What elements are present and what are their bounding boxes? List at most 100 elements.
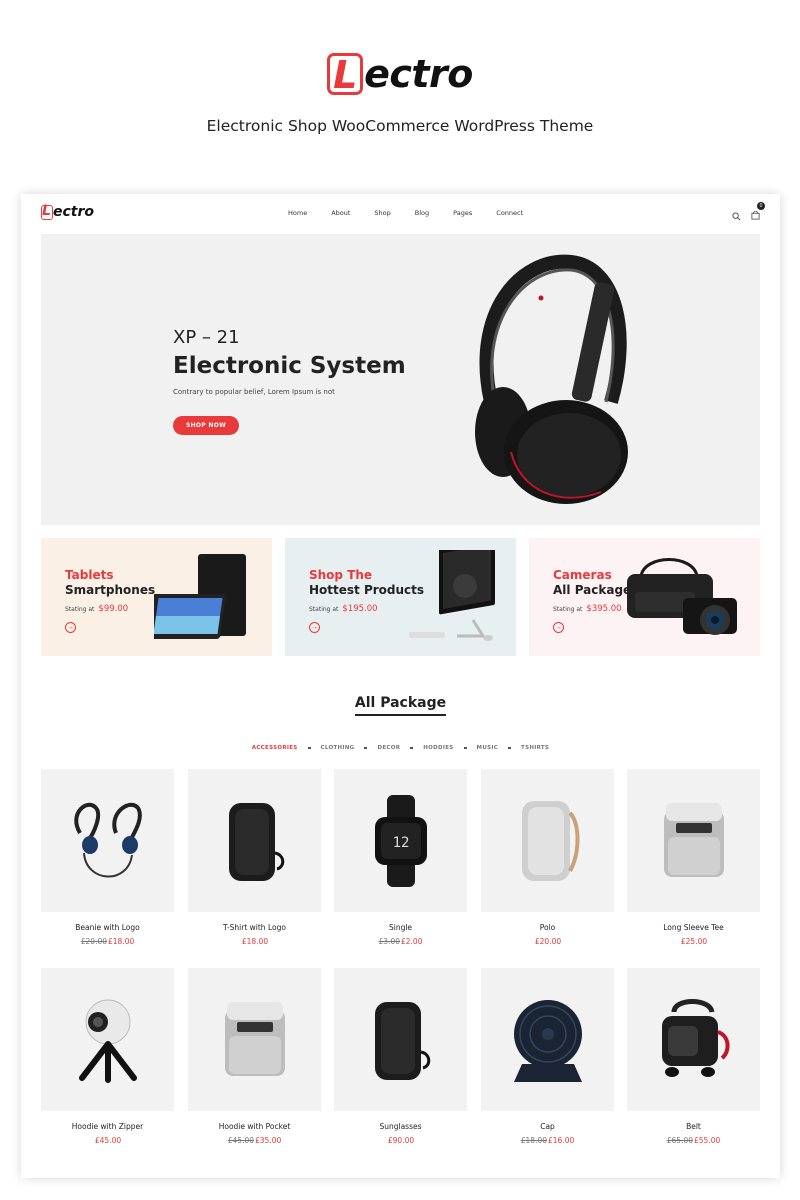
earphones-icon (73, 802, 142, 878)
arrow-right-icon[interactable]: → (309, 622, 320, 633)
product-card[interactable]: Belt £65.00£55.00 (627, 968, 760, 1145)
old-price: £45.00 (227, 1136, 254, 1145)
product-card[interactable]: Cap £18.00£16.00 (481, 968, 614, 1145)
hero-title: Electronic System (173, 353, 406, 379)
product-card[interactable]: Hoodie with Zipper £45.00 (41, 968, 174, 1145)
shop-now-button[interactable]: SHOP NOW (173, 416, 239, 435)
product-card[interactable]: Long Sleeve Tee £25.00 (627, 769, 760, 946)
nav-blog[interactable]: Blog (415, 209, 429, 217)
product-image[interactable]: 12 (334, 769, 467, 912)
theme-preview-frame: L ectro Home About Shop Blog Pages Conne… (21, 194, 780, 1178)
product-filters: ACCESSORIES CLOTHING DECOR HODDIES MUSIC… (21, 745, 780, 751)
header-icons: 0 (732, 202, 765, 225)
promo-starting: Stating at $99.00 (65, 604, 129, 614)
product-image[interactable] (481, 968, 614, 1111)
filter-accessories[interactable]: ACCESSORIES (252, 745, 298, 751)
section-title: All Package (21, 694, 780, 716)
product-price: £45.00 (41, 1136, 174, 1145)
product-card[interactable]: 12 Single £3.00£2.00 (334, 769, 467, 946)
product-price: £20.00£18.00 (41, 937, 174, 946)
product-name[interactable]: Polo (481, 923, 614, 932)
product-image[interactable] (627, 968, 760, 1111)
cart-button[interactable]: 0 (751, 202, 765, 225)
hero-subtitle: XP – 21 (173, 327, 240, 348)
promo-price: $395.00 (586, 604, 622, 614)
sale-price: £2.00 (401, 937, 423, 946)
product-card[interactable]: Beanie with Logo £20.00£18.00 (41, 769, 174, 946)
ice-maker-icon (663, 803, 724, 877)
ice-maker-icon (224, 1002, 285, 1076)
camera-bag-image (627, 558, 737, 635)
product-image[interactable] (481, 769, 614, 912)
search-icon[interactable] (732, 211, 741, 221)
nav-home[interactable]: Home (288, 209, 307, 217)
svg-text:12: 12 (392, 835, 409, 851)
product-image[interactable] (188, 968, 321, 1111)
filter-tshirts[interactable]: TSHIRTS (521, 745, 549, 751)
sale-price: £16.00 (548, 1136, 575, 1145)
filter-clothing[interactable]: CLOTHING (321, 745, 355, 751)
360-camera-icon (78, 999, 137, 1083)
promo-card-cameras[interactable]: Cameras All Package Stating at $395.00 → (529, 538, 760, 656)
product-name[interactable]: Hoodie with Zipper (41, 1122, 174, 1131)
filter-music[interactable]: MUSIC (477, 745, 498, 751)
promo-card-tablets[interactable]: Tablets Smartphones Stating at $99.00 → (41, 538, 272, 656)
filter-separator (508, 747, 512, 749)
filter-separator (410, 747, 414, 749)
nav-connect[interactable]: Connect (496, 209, 523, 217)
old-price: £65.00 (666, 1136, 693, 1145)
product-name[interactable]: Belt (627, 1122, 760, 1131)
logo-text: ectro (364, 52, 473, 96)
computer-image (409, 550, 495, 641)
filter-hoddies[interactable]: HODDIES (423, 745, 453, 751)
sale-price: £90.00 (387, 1136, 415, 1145)
nav-pages[interactable]: Pages (453, 209, 472, 217)
product-name[interactable]: Beanie with Logo (41, 923, 174, 932)
sale-price: £55.00 (694, 1136, 721, 1145)
product-card[interactable]: Hoodie with Pocket £45.00£35.00 (188, 968, 321, 1145)
product-name[interactable]: Hoodie with Pocket (188, 1122, 321, 1131)
nav-shop[interactable]: Shop (374, 209, 390, 217)
product-image[interactable] (627, 769, 760, 912)
arrow-right-icon[interactable]: → (65, 622, 76, 633)
logo-mark: L (41, 203, 53, 220)
old-price: £18.00 (520, 1136, 547, 1145)
product-card[interactable]: T-Shirt with Logo £18.00 (188, 769, 321, 946)
product-name[interactable]: Single (334, 923, 467, 932)
product-price: £18.00 (188, 937, 321, 946)
product-image[interactable] (334, 968, 467, 1111)
arrow-right-icon[interactable]: → (553, 622, 564, 633)
product-name[interactable]: Long Sleeve Tee (627, 923, 760, 932)
sale-price: £18.00 (241, 937, 269, 946)
nav-about[interactable]: About (331, 209, 350, 217)
tagline: Electronic Shop WooCommerce WordPress Th… (206, 117, 594, 135)
sale-price: £35.00 (255, 1136, 282, 1145)
fan-icon (513, 1000, 582, 1082)
product-image[interactable] (41, 968, 174, 1111)
promo-card-hottest[interactable]: Shop The Hottest Products Stating at $195… (285, 538, 516, 656)
promo-line2: Smartphones (65, 583, 156, 597)
site-logo[interactable]: L ectro (41, 203, 94, 220)
promo-line1: Shop The (309, 568, 373, 582)
product-price: £20.00 (481, 937, 614, 946)
main-nav: Home About Shop Blog Pages Connect (288, 209, 547, 217)
product-card[interactable]: Polo £20.00 (481, 769, 614, 946)
filter-separator (364, 747, 368, 749)
product-price: £45.00£35.00 (188, 1136, 321, 1145)
tablet-image (154, 554, 246, 639)
product-image[interactable] (41, 769, 174, 912)
product-name[interactable]: Cap (481, 1122, 614, 1131)
product-card[interactable]: Sunglasses £90.00 (334, 968, 467, 1145)
promo-line2: All Package (553, 583, 632, 597)
silver-speaker-icon (521, 801, 579, 881)
product-price: £90.00 (334, 1136, 467, 1145)
speaker-icon (374, 1002, 430, 1080)
product-image[interactable] (188, 769, 321, 912)
old-price: £20.00 (80, 937, 107, 946)
old-price: £3.00 (378, 937, 400, 946)
product-name[interactable]: T-Shirt with Logo (188, 923, 321, 932)
filter-separator (463, 747, 467, 749)
sale-price: £45.00 (94, 1136, 122, 1145)
product-name[interactable]: Sunglasses (334, 1122, 467, 1131)
filter-decor[interactable]: DECOR (377, 745, 400, 751)
